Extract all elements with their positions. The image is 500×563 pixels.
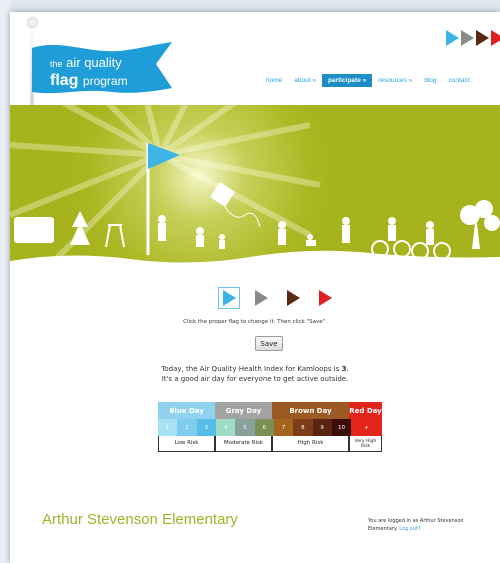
login-status: You are logged in as Arthur Stevenson El… (368, 517, 483, 533)
people-silhouettes (14, 200, 500, 260)
red-day-header: Red Day (349, 402, 382, 419)
aqhi-cell-plus: + (351, 419, 383, 436)
site-header: the air quality flag program home about … (10, 12, 500, 114)
brown-flag-icon (286, 290, 300, 306)
nav-resources[interactable]: resources » (372, 74, 418, 87)
logo-text-line1[interactable]: the air quality (50, 55, 122, 70)
aqhi-risk-labels: Low Risk Moderate Risk High Risk Very Hi… (158, 436, 382, 452)
red-flag-icon (491, 30, 500, 46)
save-button[interactable]: Save (255, 336, 283, 351)
logo-text-line2[interactable]: flag program (50, 72, 128, 90)
page: the air quality flag program home about … (10, 12, 500, 563)
low-risk-label: Low Risk (158, 436, 215, 452)
aqhi-cell-1: 1 (158, 419, 178, 436)
high-risk-label: High Risk (272, 436, 349, 452)
hero-banner (10, 105, 500, 285)
logo-air-quality: air quality (66, 55, 122, 70)
gray-flag-icon (254, 290, 268, 306)
header-flag-icons (446, 30, 500, 46)
aqhi-cell-8: 8 (293, 419, 313, 436)
very-high-risk-label: Very High Risk (349, 436, 382, 452)
browser-top-strip (0, 0, 500, 12)
main-nav: home about » participate » resources » b… (260, 74, 475, 87)
logo-flag-word: flag (50, 72, 79, 89)
blue-flag-icon (222, 290, 236, 306)
brown-day-header: Brown Day (272, 402, 349, 419)
aqhi-cell-5: 5 (235, 419, 255, 436)
flag-instructions: Click the proper flag to change it. Then… (183, 319, 327, 325)
nav-contact[interactable]: contact (443, 74, 476, 87)
select-brown-flag-button[interactable] (282, 287, 304, 309)
aqhi-cell-2: 2 (177, 419, 197, 436)
flag-selector (218, 287, 336, 309)
nav-participate[interactable]: participate » (321, 74, 373, 87)
today-prefix: Today, the Air Quality Health Index for … (161, 365, 342, 373)
nav-blog[interactable]: blog (418, 74, 442, 87)
blue-day-header: Blue Day (158, 402, 215, 419)
today-line1: Today, the Air Quality Health Index for … (10, 364, 500, 374)
gray-flag-icon (461, 30, 474, 46)
logo-program-word: program (82, 74, 128, 88)
logout-link[interactable]: Log out? (399, 526, 420, 532)
blue-flag-icon (446, 30, 459, 46)
aqhi-scale-table: Blue Day Gray Day Brown Day Red Day 1 2 … (158, 402, 383, 452)
brown-flag-icon (476, 30, 489, 46)
aqhi-cell-6: 6 (254, 419, 274, 436)
browser-left-edge (0, 0, 10, 563)
aqhi-cell-10: 10 (331, 419, 352, 436)
moderate-risk-label: Moderate Risk (215, 436, 272, 452)
select-red-flag-button[interactable] (314, 287, 336, 309)
nav-home[interactable]: home (260, 74, 288, 87)
aqhi-cell-4: 4 (215, 419, 236, 436)
logo-small-text: the (50, 59, 63, 69)
gray-day-header: Gray Day (215, 402, 272, 419)
today-aqhi-message: Today, the Air Quality Health Index for … (10, 364, 500, 384)
select-gray-flag-button[interactable] (250, 287, 272, 309)
aqhi-day-headers: Blue Day Gray Day Brown Day Red Day (158, 402, 382, 419)
flag-pole-top (28, 18, 37, 27)
nav-about[interactable]: about » (288, 74, 322, 87)
aqhi-cell-9: 9 (312, 419, 332, 436)
aqhi-cell-3: 3 (196, 419, 216, 436)
aqhi-numbers: 1 2 3 4 5 6 7 8 9 10 + (158, 419, 383, 436)
select-blue-flag-button[interactable] (218, 287, 240, 309)
today-line2: It's a good air day for everyone to get … (161, 375, 349, 383)
aqhi-cell-7: 7 (273, 419, 294, 436)
red-flag-icon (318, 290, 332, 306)
school-name-heading: Arthur Stevenson Elementary (42, 511, 238, 528)
today-suffix: . (346, 365, 349, 373)
